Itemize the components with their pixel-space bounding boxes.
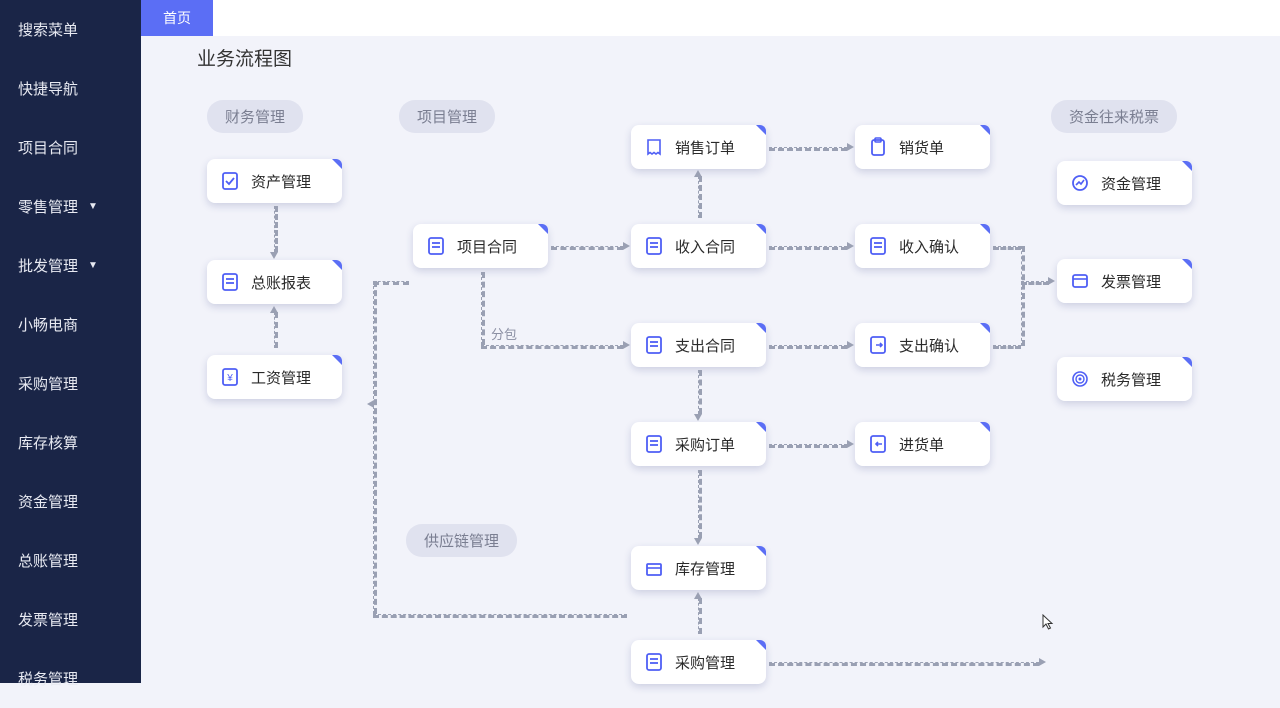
sidebar-item-project-contract[interactable]: 项目合同: [0, 118, 141, 177]
sidebar-item-tax[interactable]: 税务管理: [0, 649, 141, 708]
node-expense-contract[interactable]: 支出合同: [631, 323, 766, 367]
list-icon: [643, 433, 665, 455]
sidebar-item-purchase[interactable]: 采购管理: [0, 354, 141, 413]
group-label-capital: 资金往来税票: [1051, 100, 1177, 133]
box-icon: [643, 557, 665, 579]
fingerprint-icon: [1069, 368, 1091, 390]
chevron-down-icon: ▼: [88, 260, 98, 271]
sidebar-item-invoice[interactable]: 发票管理: [0, 590, 141, 649]
node-income-contract[interactable]: 收入合同: [631, 224, 766, 268]
sidebar-item-wholesale[interactable]: 批发管理▼: [0, 236, 141, 295]
list-icon: [643, 651, 665, 673]
contract-out-icon: [643, 334, 665, 356]
node-expense-confirm[interactable]: 支出确认: [855, 323, 990, 367]
sidebar-item-fund[interactable]: 资金管理: [0, 472, 141, 531]
sidebar-item-search[interactable]: 搜索菜单: [0, 0, 141, 59]
chart-icon: [1069, 172, 1091, 194]
form-in-icon: [867, 433, 889, 455]
node-invoice-mgmt[interactable]: 发票管理: [1057, 259, 1192, 303]
form-out-icon: [867, 334, 889, 356]
node-shipment[interactable]: 销货单: [855, 125, 990, 169]
node-tax-mgmt[interactable]: 税务管理: [1057, 357, 1192, 401]
node-sales-order[interactable]: 销售订单: [631, 125, 766, 169]
node-fund-mgmt[interactable]: 资金管理: [1057, 161, 1192, 205]
node-inventory-mgmt[interactable]: 库存管理: [631, 546, 766, 590]
annot-subcontract: 分包: [491, 324, 517, 343]
contract-in-icon: [643, 235, 665, 257]
form-icon: [867, 235, 889, 257]
mouse-cursor: [1041, 614, 1057, 635]
sidebar-item-ecommerce[interactable]: 小畅电商: [0, 295, 141, 354]
group-label-project: 项目管理: [399, 100, 495, 133]
flowchart-canvas: 业务流程图 财务管理 项目管理 供应链管理 资金往来税票 ¥ 资产管理 总账报表…: [141, 36, 1280, 683]
tab-home[interactable]: 首页: [141, 0, 213, 36]
edge-asset-to-ledger: [274, 206, 278, 252]
node-payroll-mgmt[interactable]: 工资管理: [207, 355, 342, 399]
sidebar-item-ledger[interactable]: 总账管理: [0, 531, 141, 590]
sidebar-item-retail[interactable]: 零售管理▼: [0, 177, 141, 236]
chevron-down-icon: ▼: [88, 201, 98, 212]
checklist-icon: [219, 170, 241, 192]
sidebar-item-quicknav[interactable]: 快捷导航: [0, 59, 141, 118]
node-project-contract[interactable]: 项目合同: [413, 224, 548, 268]
node-purchase-mgmt[interactable]: 采购管理: [631, 640, 766, 684]
node-purchase-order[interactable]: 采购订单: [631, 422, 766, 466]
clipboard-icon: [867, 136, 889, 158]
node-ledger-report[interactable]: 总账报表: [207, 260, 342, 304]
invoice-icon: [1069, 270, 1091, 292]
money-doc-icon: [219, 366, 241, 388]
node-goods-receipt[interactable]: 进货单: [855, 422, 990, 466]
sidebar-item-inventory[interactable]: 库存核算: [0, 413, 141, 472]
group-label-finance: 财务管理: [207, 100, 303, 133]
node-asset-mgmt[interactable]: 资产管理: [207, 159, 342, 203]
node-income-confirm[interactable]: 收入确认: [855, 224, 990, 268]
page-title: 业务流程图: [197, 44, 292, 71]
receipt-icon: [643, 136, 665, 158]
group-label-supply: 供应链管理: [406, 524, 517, 557]
sidebar: 搜索菜单 快捷导航 项目合同 零售管理▼ 批发管理▼ 小畅电商 采购管理 库存核…: [0, 0, 141, 683]
tabbar: 首页: [141, 0, 1280, 36]
report-icon: [219, 271, 241, 293]
contract-icon: [425, 235, 447, 257]
